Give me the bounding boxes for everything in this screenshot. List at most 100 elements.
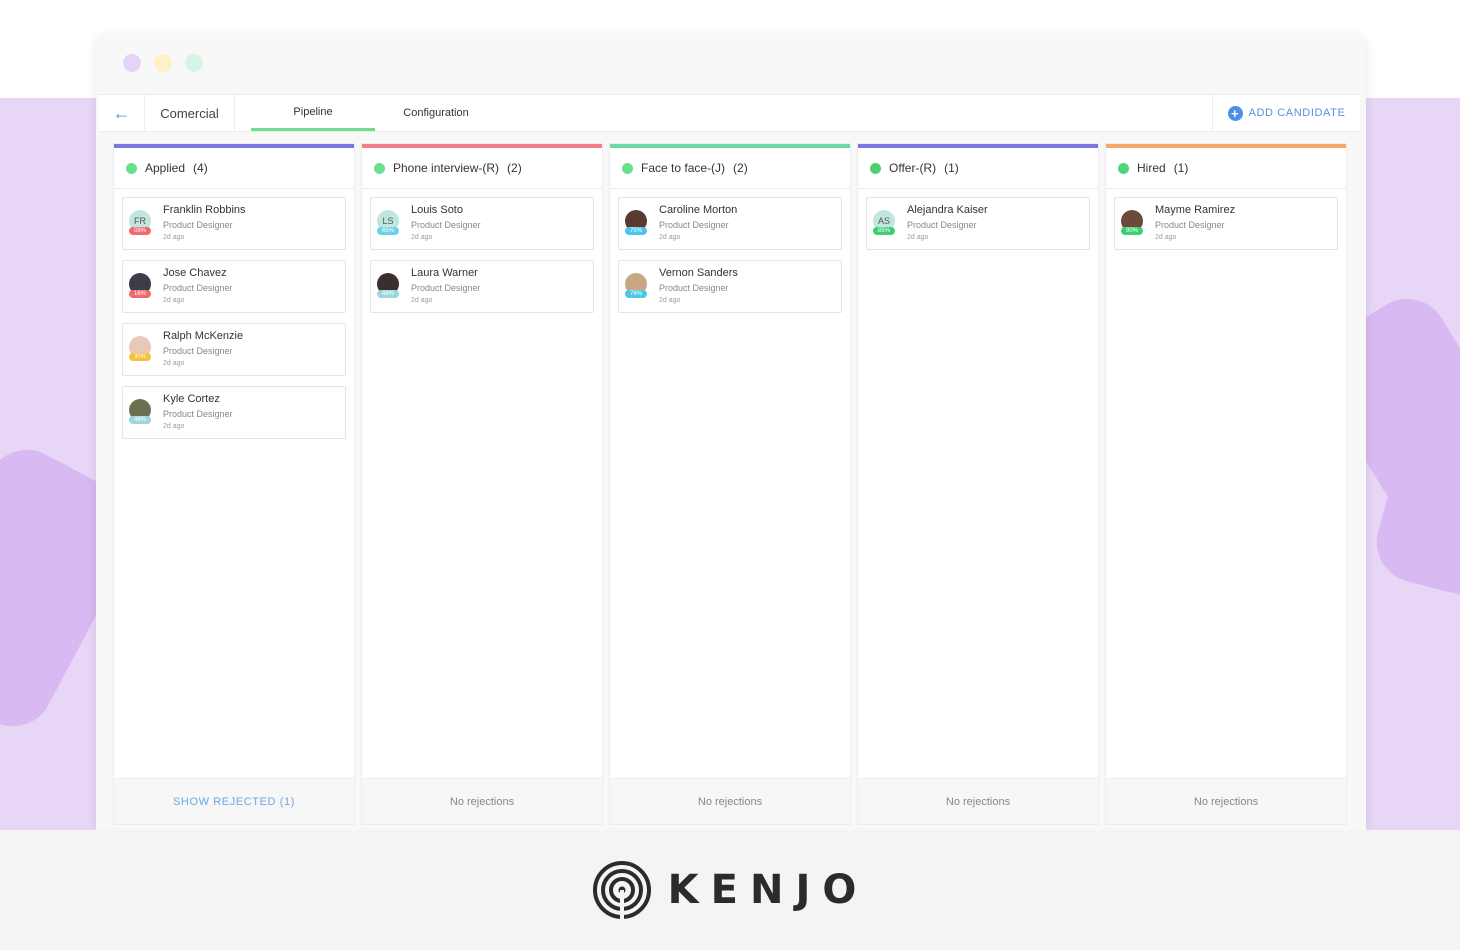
card-list: FR 08% Franklin Robbins Product Designer 2d …: [114, 189, 354, 457]
card-list: LS 65% Louis Soto Product Designer 2d ago 48%…: [362, 189, 602, 331]
kenjo-logo-icon: [592, 861, 651, 919]
match-score-badge: 90%: [1121, 227, 1143, 235]
company-name: Comercial: [145, 95, 235, 131]
rejections-status: No rejections: [1106, 778, 1346, 824]
tab-pipeline[interactable]: Pipeline: [251, 95, 375, 131]
stage-progress-icon: [126, 162, 137, 174]
match-score-badge: 08%: [129, 227, 151, 235]
candidate-time: 2d ago: [163, 297, 185, 304]
window-controls: [123, 54, 203, 72]
candidate-name: Mayme Ramirez: [1155, 204, 1236, 216]
match-score-badge: 75%: [625, 227, 647, 235]
candidate-info: Jose Chavez Product Designer 2d ago: [163, 266, 233, 307]
avatar: 48%: [377, 273, 399, 298]
column-title: Offer-(R): [889, 161, 937, 175]
column-count: (1): [1173, 161, 1189, 175]
candidate-time: 2d ago: [163, 423, 185, 430]
avatar: LS 65%: [377, 210, 399, 235]
rejections-status: No rejections: [858, 778, 1098, 824]
candidate-role: Product Designer: [163, 220, 233, 230]
avatar: 30%: [129, 336, 151, 361]
match-score-badge: 48%: [377, 290, 399, 298]
candidate-card[interactable]: 46% Kyle Cortez Product Designer 2d ago: [122, 386, 346, 439]
candidate-name: Laura Warner: [411, 267, 478, 279]
window-dot[interactable]: [185, 54, 203, 72]
stage-progress-icon: [622, 162, 633, 174]
candidate-card[interactable]: 48% Laura Warner Product Designer 2d ago: [370, 260, 594, 313]
candidate-name: Alejandra Kaiser: [907, 204, 988, 216]
candidate-name: Louis Soto: [411, 204, 463, 216]
column-title: Face to face-(J): [641, 161, 726, 175]
avatar-initials: AS: [877, 216, 890, 226]
candidate-card[interactable]: AS 85% Alejandra Kaiser Product Designer 2d …: [866, 197, 1090, 250]
avatar: 46%: [129, 399, 151, 424]
window-dot[interactable]: [154, 54, 172, 72]
card-list: AS 85% Alejandra Kaiser Product Designer 2d …: [858, 189, 1098, 268]
pipeline-column: Phone interview-(R) (2) LS 65% Louis Soto Pro…: [361, 143, 603, 825]
candidate-info: Franklin Robbins Product Designer 2d ago: [163, 203, 246, 244]
candidate-time: 2d ago: [659, 297, 681, 304]
column-count: (4): [193, 161, 208, 175]
match-score-badge: 16%: [129, 290, 151, 298]
rejections-status: No rejections: [610, 778, 850, 824]
candidate-time: 2d ago: [411, 234, 433, 241]
match-score-badge: 65%: [377, 227, 399, 235]
candidate-time: 2d ago: [163, 360, 185, 367]
brand-footer: KENJO: [0, 830, 1460, 950]
candidate-card[interactable]: LS 65% Louis Soto Product Designer 2d ago: [370, 197, 594, 250]
candidate-info: Alejandra Kaiser Product Designer 2d ago: [907, 203, 988, 244]
column-count: (2): [733, 161, 748, 175]
column-header: Applied (4): [114, 148, 354, 189]
candidate-time: 2d ago: [907, 234, 929, 241]
candidate-info: Mayme Ramirez Product Designer 2d ago: [1155, 203, 1235, 244]
column-title: Applied: [145, 161, 186, 175]
column-header: Phone interview-(R) (2): [362, 148, 602, 189]
avatar: 75%: [625, 210, 647, 235]
brand-name: KENJO: [667, 867, 869, 913]
avatar: FR 08%: [129, 210, 151, 235]
candidate-card[interactable]: 76% Vernon Sanders Product Designer 2d ago: [618, 260, 842, 313]
candidate-info: Ralph McKenzie Product Designer 2d ago: [163, 329, 243, 370]
add-candidate-button[interactable]: + ADD CANDIDATE: [1212, 95, 1360, 131]
match-score-badge: 30%: [129, 353, 151, 361]
candidate-card[interactable]: FR 08% Franklin Robbins Product Designer 2d …: [122, 197, 346, 250]
candidate-time: 2d ago: [1155, 234, 1177, 241]
match-score-badge: 46%: [129, 416, 151, 424]
candidate-card[interactable]: 90% Mayme Ramirez Product Designer 2d ago: [1114, 197, 1338, 250]
candidate-name: Kyle Cortez: [163, 393, 220, 405]
app-window: ← Comercial Pipeline Configuration + ADD…: [96, 34, 1366, 830]
candidate-role: Product Designer: [907, 220, 977, 230]
candidate-role: Product Designer: [411, 220, 481, 230]
candidate-info: Caroline Morton Product Designer 2d ago: [659, 203, 737, 244]
candidate-role: Product Designer: [659, 220, 729, 230]
plus-circle-icon: +: [1227, 105, 1243, 121]
column-header: Offer-(R) (1): [858, 148, 1098, 189]
candidate-name: Ralph McKenzie: [163, 330, 244, 342]
show-rejected-button[interactable]: SHOW REJECTED (1): [114, 778, 354, 824]
back-button[interactable]: ←: [99, 95, 145, 131]
candidate-time: 2d ago: [411, 297, 433, 304]
candidate-card[interactable]: 75% Caroline Morton Product Designer 2d ago: [618, 197, 842, 250]
avatar: 90%: [1121, 210, 1143, 235]
column-count: (2): [507, 161, 522, 175]
stage-progress-icon: [870, 162, 881, 174]
avatar: 16%: [129, 273, 151, 298]
avatar: 76%: [625, 273, 647, 298]
card-list: 90% Mayme Ramirez Product Designer 2d ago: [1106, 189, 1346, 268]
avatar: AS 85%: [873, 210, 895, 235]
pipeline-column: Offer-(R) (1) AS 85% Alejandra Kaiser Product…: [857, 143, 1099, 825]
add-candidate-label: ADD CANDIDATE: [1248, 107, 1346, 119]
column-header: Hired (1): [1106, 148, 1346, 189]
candidate-card[interactable]: 30% Ralph McKenzie Product Designer 2d ago: [122, 323, 346, 376]
candidate-name: Caroline Morton: [659, 204, 738, 216]
window-dot[interactable]: [123, 54, 141, 72]
rejections-status: No rejections: [362, 778, 602, 824]
candidate-role: Product Designer: [659, 283, 729, 293]
pipeline-column: Applied (4) FR 08% Franklin Robbins Product D…: [113, 143, 355, 825]
candidate-role: Product Designer: [163, 409, 233, 419]
pipeline-column: Face to face-(J) (2) 75% Caroline Morton Pro…: [609, 143, 851, 825]
candidate-name: Franklin Robbins: [163, 204, 246, 216]
tab-configuration[interactable]: Configuration: [375, 95, 497, 131]
candidate-card[interactable]: 16% Jose Chavez Product Designer 2d ago: [122, 260, 346, 313]
candidate-info: Laura Warner Product Designer 2d ago: [411, 266, 481, 307]
